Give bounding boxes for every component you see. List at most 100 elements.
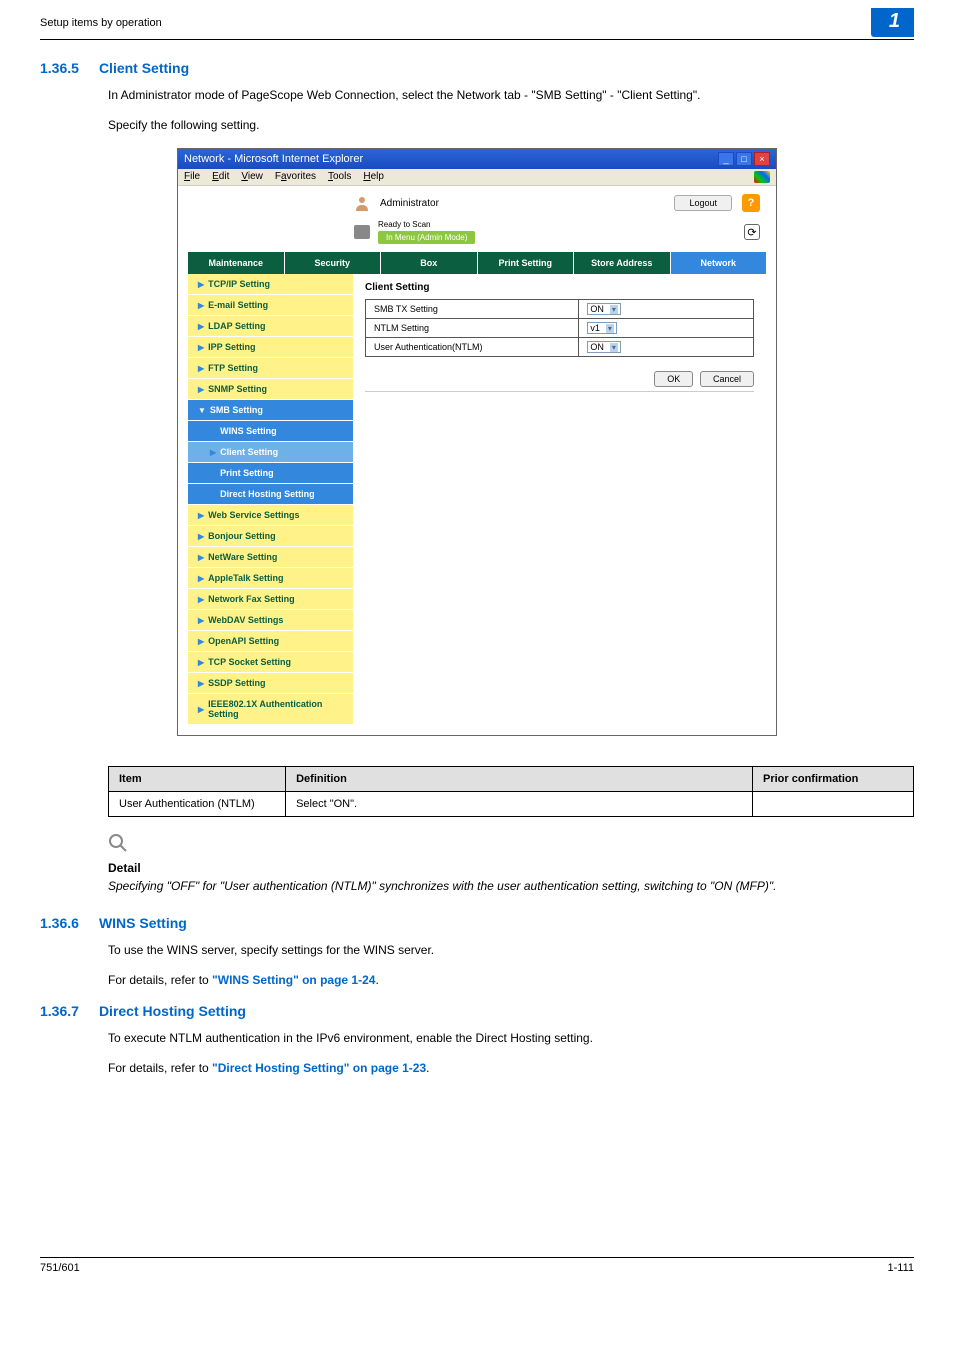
sidebar-item-appletalk[interactable]: ▶AppleTalk Setting <box>188 568 353 589</box>
sidebar: ▶TCP/IP Setting ▶E-mail Setting ▶LDAP Se… <box>188 274 353 725</box>
tab-network[interactable]: Network <box>671 252 767 274</box>
menu-help[interactable]: Help <box>363 171 384 183</box>
ok-button[interactable]: OK <box>654 371 693 387</box>
sidebar-item-smb[interactable]: ▼SMB Setting <box>188 400 353 421</box>
tab-store[interactable]: Store Address <box>574 252 670 274</box>
user-icon <box>354 195 370 211</box>
chevron-down-icon: ▾ <box>610 343 618 352</box>
tab-security[interactable]: Security <box>285 252 381 274</box>
ie-flag-icon <box>754 171 770 183</box>
settings-table: SMB TX Setting ON▾ NTLM Setting v1▾ User… <box>365 299 754 357</box>
sidebar-item-tcpip[interactable]: ▶TCP/IP Setting <box>188 274 353 295</box>
th-definition: Definition <box>286 767 753 792</box>
section-title: Client Setting <box>99 60 189 76</box>
minimize-icon[interactable]: _ <box>718 152 734 166</box>
paragraph: Specify the following setting. <box>108 116 914 134</box>
row-label: NTLM Setting <box>366 319 579 338</box>
ready-status: Ready to Scan <box>378 220 475 229</box>
arrow-icon: ▶ <box>198 574 204 583</box>
arrow-icon: ▶ <box>198 301 204 310</box>
link-wins[interactable]: "WINS Setting" on page 1-24 <box>212 973 375 987</box>
smb-tx-select[interactable]: ON▾ <box>587 303 621 315</box>
maximize-icon[interactable]: □ <box>736 152 752 166</box>
th-item: Item <box>109 767 286 792</box>
menu-tools[interactable]: Tools <box>328 171 351 183</box>
section-number: 1.36.5 <box>40 60 79 76</box>
chapter-number: 1 <box>871 8 914 37</box>
row-label: SMB TX Setting <box>366 300 579 319</box>
page-footer: 751/601 1-111 <box>40 1257 914 1274</box>
sidebar-item-webdav[interactable]: ▶WebDAV Settings <box>188 610 353 631</box>
sidebar-item-web-service[interactable]: ▶Web Service Settings <box>188 505 353 526</box>
td-prior <box>753 792 914 817</box>
close-icon[interactable]: × <box>754 152 770 166</box>
sidebar-item-tcpsocket[interactable]: ▶TCP Socket Setting <box>188 652 353 673</box>
window-title: Network - Microsoft Internet Explorer <box>184 153 363 165</box>
sidebar-item-ftp[interactable]: ▶FTP Setting <box>188 358 353 379</box>
definition-table: Item Definition Prior confirmation User … <box>108 766 914 817</box>
arrow-icon: ▶ <box>210 427 216 436</box>
paragraph: For details, refer to "WINS Setting" on … <box>108 971 914 989</box>
cancel-button[interactable]: Cancel <box>700 371 754 387</box>
section-number: 1.36.7 <box>40 1003 79 1019</box>
window-controls: _ □ × <box>718 152 770 166</box>
page-header: Setup items by operation 1 <box>40 0 914 40</box>
sidebar-item-print-setting[interactable]: ▶Print Setting <box>188 463 353 484</box>
user-auth-select[interactable]: ON▾ <box>587 341 621 353</box>
menu-file[interactable]: File <box>184 171 200 183</box>
paragraph: In Administrator mode of PageScope Web C… <box>108 86 914 104</box>
arrow-icon: ▶ <box>198 532 204 541</box>
paragraph: For details, refer to "Direct Hosting Se… <box>108 1059 914 1077</box>
detail-note: Detail Specifying "OFF" for "User authen… <box>108 833 914 895</box>
browser-menubar: File Edit View Favorites Tools Help <box>178 169 776 186</box>
paragraph: To execute NTLM authentication in the IP… <box>108 1029 914 1047</box>
arrow-icon: ▶ <box>198 280 204 289</box>
row-value: ON▾ <box>579 338 754 357</box>
ntlm-select[interactable]: v1▾ <box>587 322 617 334</box>
section-number: 1.36.6 <box>40 915 79 931</box>
sidebar-item-netware[interactable]: ▶NetWare Setting <box>188 547 353 568</box>
heading-direct-hosting: 1.36.7 Direct Hosting Setting <box>40 1003 914 1019</box>
sidebar-item-ssdp[interactable]: ▶SSDP Setting <box>188 673 353 694</box>
mode-badge: In Menu (Admin Mode) <box>378 231 475 244</box>
browser-screenshot: Network - Microsoft Internet Explorer _ … <box>177 148 777 736</box>
chevron-down-icon: ▾ <box>606 324 614 333</box>
link-direct-hosting[interactable]: "Direct Hosting Setting" on page 1-23 <box>212 1061 426 1075</box>
arrow-icon: ▶ <box>198 658 204 667</box>
sidebar-item-ldap[interactable]: ▶LDAP Setting <box>188 316 353 337</box>
menu-view[interactable]: View <box>241 171 263 183</box>
sidebar-item-openapi[interactable]: ▶OpenAPI Setting <box>188 631 353 652</box>
tab-print[interactable]: Print Setting <box>478 252 574 274</box>
admin-label: Administrator <box>380 198 439 209</box>
sidebar-item-direct-hosting[interactable]: ▶Direct Hosting Setting <box>188 484 353 505</box>
arrow-icon: ▶ <box>210 469 216 478</box>
logout-button[interactable]: Logout <box>674 195 732 211</box>
row-label: User Authentication(NTLM) <box>366 338 579 357</box>
sidebar-item-ipp[interactable]: ▶IPP Setting <box>188 337 353 358</box>
sidebar-item-bonjour[interactable]: ▶Bonjour Setting <box>188 526 353 547</box>
section-title: Direct Hosting Setting <box>99 1003 246 1019</box>
arrow-icon: ▶ <box>198 343 204 352</box>
sidebar-item-wins[interactable]: ▶WINS Setting <box>188 421 353 442</box>
menu-favorites[interactable]: Favorites <box>275 171 316 183</box>
arrow-icon: ▶ <box>198 364 204 373</box>
sidebar-item-client[interactable]: ▶Client Setting <box>188 442 353 463</box>
arrow-icon: ▶ <box>210 490 216 499</box>
arrow-icon: ▶ <box>210 448 216 457</box>
arrow-down-icon: ▼ <box>198 406 206 415</box>
row-value: ON▾ <box>579 300 754 319</box>
td-definition: Select "ON". <box>286 792 753 817</box>
tab-maintenance[interactable]: Maintenance <box>188 252 284 274</box>
menu-edit[interactable]: Edit <box>212 171 229 183</box>
sidebar-item-email[interactable]: ▶E-mail Setting <box>188 295 353 316</box>
sidebar-item-snmp[interactable]: ▶SNMP Setting <box>188 379 353 400</box>
button-row: OK Cancel <box>365 371 754 392</box>
sidebar-item-netfax[interactable]: ▶Network Fax Setting <box>188 589 353 610</box>
refresh-icon[interactable]: ⟳ <box>744 224 760 240</box>
th-prior: Prior confirmation <box>753 767 914 792</box>
chevron-down-icon: ▾ <box>610 305 618 314</box>
sidebar-item-ieee[interactable]: ▶IEEE802.1X Authentication Setting <box>188 694 353 725</box>
tab-box[interactable]: Box <box>381 252 477 274</box>
help-icon[interactable]: ? <box>742 194 760 212</box>
magnify-icon <box>108 833 914 859</box>
